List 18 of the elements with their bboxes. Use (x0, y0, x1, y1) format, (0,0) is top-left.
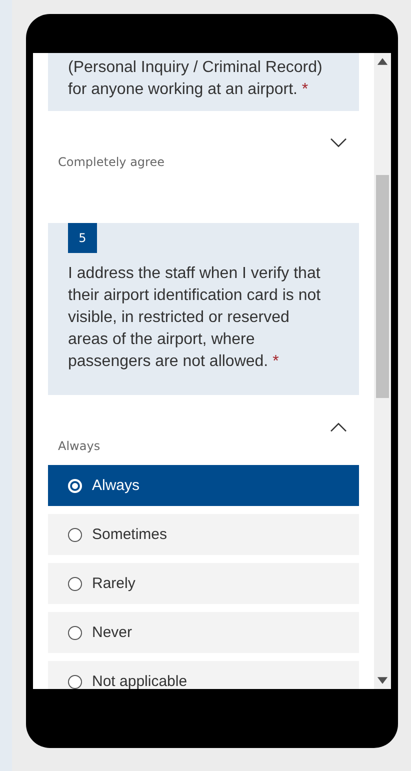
selected-answer: Completely agree (58, 155, 164, 169)
question-number: 5 (68, 223, 97, 253)
question-text: (Personal Inquiry / Criminal Record) for anyone working at an airport. * (68, 58, 324, 100)
option-item[interactable]: Never (48, 612, 359, 653)
chevron-up-icon[interactable] (330, 422, 347, 432)
option-item[interactable]: Rarely (48, 563, 359, 604)
selected-answer: Always (58, 439, 100, 453)
option-item[interactable]: Always (48, 465, 359, 506)
radio-button[interactable] (68, 528, 82, 542)
radio-button[interactable] (68, 576, 82, 590)
option-item[interactable]: Sometimes (48, 514, 359, 555)
radio-button[interactable] (68, 626, 82, 640)
radio-button[interactable] (68, 674, 82, 688)
question-text: I address the staff when I verify that their airport identification card is not visible, in restricted or reserved areas of the airport, where passengers are not allowed. * (68, 264, 322, 372)
scroll-thumb[interactable] (376, 175, 389, 398)
scrollbar[interactable] (374, 53, 391, 689)
option-item[interactable]: Not applicable (48, 661, 359, 689)
chevron-down-icon[interactable] (330, 138, 347, 148)
